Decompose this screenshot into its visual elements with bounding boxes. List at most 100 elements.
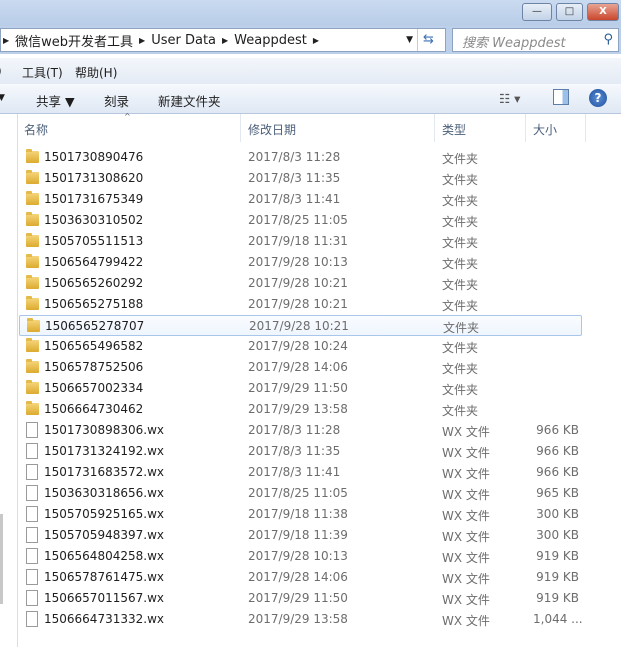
file-type: WX 文件 xyxy=(442,467,490,481)
file-row[interactable]: 1506657002334 2017/9/29 11:50 文件夹 xyxy=(19,378,621,399)
help-button[interactable]: ? xyxy=(589,89,607,107)
minimize-button[interactable]: — xyxy=(522,3,552,21)
navigation-pane[interactable] xyxy=(0,114,18,647)
column-divider[interactable] xyxy=(525,114,526,142)
file-row[interactable]: 1506578752506 2017/9/28 14:06 文件夹 xyxy=(19,357,621,378)
scrollbar[interactable] xyxy=(0,514,3,604)
file-type: WX 文件 xyxy=(442,446,490,460)
column-type[interactable]: 类型 xyxy=(442,121,466,138)
chevron-right-icon[interactable]: ▶ xyxy=(222,36,228,45)
file-row[interactable]: 1506578761475.wx 2017/9/28 14:06 WX 文件 9… xyxy=(19,567,621,588)
chevron-right-icon[interactable]: ▶ xyxy=(313,36,319,45)
file-name: 1506578752506 xyxy=(44,360,144,374)
search-icon[interactable]: ⚲ xyxy=(603,32,613,47)
file-size: 300 KB xyxy=(536,507,579,521)
column-size[interactable]: 大小 xyxy=(533,121,557,138)
file-date: 2017/8/3 11:41 xyxy=(248,192,341,206)
column-name[interactable]: 名称 xyxy=(24,121,48,138)
file-row[interactable]: 1506657011567.wx 2017/9/29 11:50 WX 文件 9… xyxy=(19,588,621,609)
file-row[interactable]: 1501731683572.wx 2017/8/3 11:41 WX 文件 96… xyxy=(19,462,621,483)
file-icon xyxy=(26,506,38,522)
breadcrumb-wechat-devtools[interactable]: 微信web开发者工具 xyxy=(15,31,133,50)
maximize-button[interactable]: □ xyxy=(556,3,583,21)
burn-button[interactable]: 刻录 xyxy=(104,91,129,110)
file-row[interactable]: 1503630318656.wx 2017/8/25 11:05 WX 文件 9… xyxy=(19,483,621,504)
file-name: 1501731675349 xyxy=(44,192,144,206)
file-type: 文件夹 xyxy=(442,404,479,418)
file-date: 2017/8/3 11:35 xyxy=(248,444,341,458)
folder-icon xyxy=(27,318,40,332)
file-row[interactable]: 1506664730462 2017/9/29 13:58 文件夹 xyxy=(19,399,621,420)
chevron-right-icon[interactable]: ▶ xyxy=(139,36,145,45)
file-type: 文件夹 xyxy=(442,215,479,229)
file-date: 2017/9/18 11:39 xyxy=(248,528,348,542)
file-type: WX 文件 xyxy=(442,572,490,586)
preview-pane-icon[interactable] xyxy=(553,89,569,105)
file-row[interactable]: 1506664731332.wx 2017/9/29 13:58 WX 文件 1… xyxy=(19,609,621,630)
file-row[interactable]: 1505705948397.wx 2017/9/18 11:39 WX 文件 3… xyxy=(19,525,621,546)
file-row[interactable]: 1505705925165.wx 2017/9/18 11:38 WX 文件 3… xyxy=(19,504,621,525)
file-date: 2017/9/28 10:21 xyxy=(248,276,348,290)
file-type: WX 文件 xyxy=(442,593,490,607)
file-row[interactable]: 1501730890476 2017/8/3 11:28 文件夹 xyxy=(19,147,621,168)
folder-icon xyxy=(26,254,39,268)
file-row[interactable]: 1501731675349 2017/8/3 11:41 文件夹 xyxy=(19,189,621,210)
file-row[interactable]: 1506565260292 2017/9/28 10:21 文件夹 xyxy=(19,273,621,294)
file-row[interactable]: 1506565275188 2017/9/28 10:21 文件夹 xyxy=(19,294,621,315)
file-type: 文件夹 xyxy=(442,257,479,271)
file-name: 1505705948397.wx xyxy=(44,528,164,542)
column-header: 名称 ^ 修改日期 类型 大小 xyxy=(19,112,621,142)
breadcrumb-user-data[interactable]: User Data xyxy=(151,33,216,48)
file-row[interactable]: 1506565496582 2017/9/28 10:24 文件夹 xyxy=(19,336,621,357)
folder-icon xyxy=(26,149,39,163)
folder-icon xyxy=(26,296,39,310)
folder-icon xyxy=(26,233,39,247)
chevron-down-icon[interactable]: ▼ xyxy=(0,93,5,103)
folder-icon xyxy=(26,275,39,289)
address-bar[interactable]: ▶ 微信web开发者工具 ▶ User Data ▶ Weappdest ▶ ▼… xyxy=(0,28,446,52)
file-row[interactable]: 1506564804258.wx 2017/9/28 10:13 WX 文件 9… xyxy=(19,546,621,567)
file-row[interactable]: 1503630310502 2017/8/25 11:05 文件夹 xyxy=(19,210,621,231)
close-button[interactable]: X xyxy=(587,3,619,21)
history-dropdown-icon[interactable]: ▼ xyxy=(406,35,413,45)
file-row[interactable]: 1505705511513 2017/9/18 11:31 文件夹 xyxy=(19,231,621,252)
new-folder-button[interactable]: 新建文件夹 xyxy=(158,91,221,110)
file-icon xyxy=(26,548,38,564)
file-size: 966 KB xyxy=(536,465,579,479)
menu-help[interactable]: 帮助(H) xyxy=(75,64,117,81)
refresh-icon[interactable]: ⇆ xyxy=(417,29,439,51)
file-name: 1505705511513 xyxy=(44,234,144,248)
breadcrumb-weappdest[interactable]: Weappdest xyxy=(234,33,307,48)
chevron-right-icon: ▶ xyxy=(3,35,10,45)
file-type: WX 文件 xyxy=(442,509,490,523)
column-divider[interactable] xyxy=(240,114,241,142)
file-name: 1501731308620 xyxy=(44,171,144,185)
file-row[interactable]: 1501731324192.wx 2017/8/3 11:35 WX 文件 96… xyxy=(19,441,621,462)
share-button[interactable]: 共享 ▼ xyxy=(36,91,75,110)
file-type: WX 文件 xyxy=(442,425,490,439)
menu-tools[interactable]: 工具(T) xyxy=(22,64,63,81)
column-divider[interactable] xyxy=(434,114,435,142)
file-type: 文件夹 xyxy=(442,341,479,355)
search-input[interactable]: 搜索 Weappdest ⚲ xyxy=(452,28,619,52)
file-type: 文件夹 xyxy=(442,173,479,187)
file-name: 1506565278707 xyxy=(45,319,145,333)
column-date[interactable]: 修改日期 xyxy=(248,121,296,138)
file-size: 966 KB xyxy=(536,423,579,437)
file-icon xyxy=(26,527,38,543)
column-divider[interactable] xyxy=(585,114,586,142)
file-name: 1503630310502 xyxy=(44,213,144,227)
file-type: WX 文件 xyxy=(442,530,490,544)
file-name: 1506565496582 xyxy=(44,339,144,353)
file-name: 1506564804258.wx xyxy=(44,549,164,563)
file-row[interactable]: 1506565278707 2017/9/28 10:21 文件夹 xyxy=(19,315,582,336)
address-row: ▶ 微信web开发者工具 ▶ User Data ▶ Weappdest ▶ ▼… xyxy=(0,26,621,54)
file-row[interactable]: 1501730898306.wx 2017/8/3 11:28 WX 文件 96… xyxy=(19,420,621,441)
folder-icon xyxy=(26,338,39,352)
file-name: 1506564799422 xyxy=(44,255,144,269)
file-row[interactable]: 1501731308620 2017/8/3 11:35 文件夹 xyxy=(19,168,621,189)
title-bar: — □ X xyxy=(0,0,621,26)
view-options-icon[interactable]: ☷ ▾ xyxy=(499,91,520,106)
file-date: 2017/8/3 11:28 xyxy=(248,150,341,164)
file-row[interactable]: 1506564799422 2017/9/28 10:13 文件夹 xyxy=(19,252,621,273)
